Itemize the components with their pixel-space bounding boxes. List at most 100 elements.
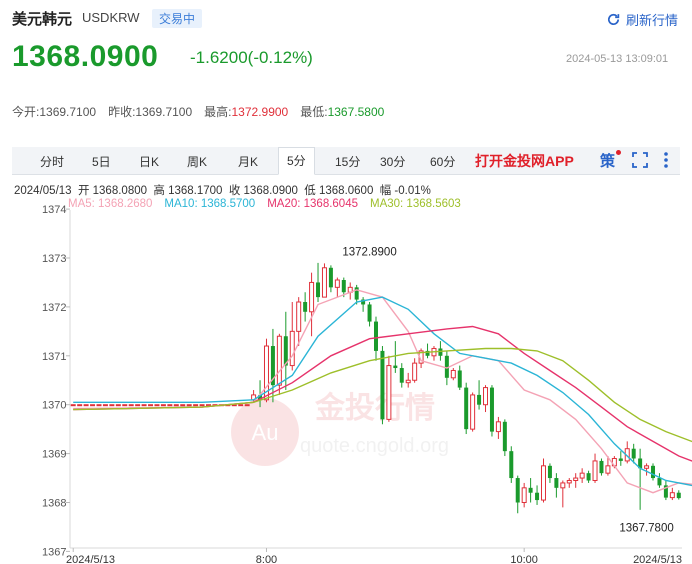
candle: [70, 404, 76, 407]
candle: [115, 404, 121, 407]
candle: [540, 458, 546, 503]
candle: [573, 473, 579, 488]
candle: [141, 404, 147, 407]
y-tick-label: 1372: [42, 302, 66, 314]
x-tick-label: 10:00: [510, 554, 538, 564]
candle-body: [244, 404, 250, 407]
candle-body: [141, 404, 147, 407]
candle: [560, 480, 566, 508]
chart-grid: [69, 210, 682, 549]
candle: [464, 382, 469, 435]
candle: [669, 487, 675, 501]
candle-body: [321, 267, 327, 298]
candle-body: [128, 404, 134, 407]
annotations: 1372.8900 1367.7800: [342, 246, 673, 534]
candle: [122, 404, 128, 407]
candle-body: [328, 267, 333, 288]
candle-body: [554, 478, 559, 488]
y-tick-label: 1374: [42, 204, 66, 216]
candle: [405, 372, 411, 388]
candle-body: [547, 465, 552, 479]
candlestick-chart[interactable]: Au 金投行情 quote.cngold.org 1374 1373 1372 137…: [0, 0, 692, 564]
candle-body: [535, 492, 540, 501]
candle-body: [592, 460, 598, 481]
candle-body: [341, 280, 346, 293]
candle-body: [135, 404, 141, 407]
candle: [624, 441, 630, 464]
candle: [90, 404, 96, 407]
candle-body: [367, 304, 372, 322]
candle-body: [599, 460, 604, 474]
x-tick-label: 2024/5/13: [633, 554, 682, 564]
candle-body: [464, 387, 469, 430]
candle: [547, 463, 552, 483]
candle: [309, 272, 315, 337]
candle-body: [309, 281, 315, 313]
candle: [199, 404, 205, 407]
candle-body: [206, 404, 212, 407]
candle-body: [102, 404, 108, 407]
candle-body: [515, 478, 520, 503]
candle-body: [528, 487, 533, 493]
candle-body: [644, 465, 650, 469]
candle-body: [477, 394, 482, 405]
candle: [618, 451, 623, 466]
candle: [167, 404, 173, 407]
candle: [399, 363, 404, 388]
candle: [321, 263, 327, 298]
candle: [361, 297, 366, 312]
candle-body: [438, 348, 443, 356]
extreme-value-label: 1367.7800: [619, 522, 673, 534]
candle: [470, 392, 476, 432]
candle-body: [276, 335, 282, 386]
candle-body: [380, 350, 385, 420]
candle-body: [450, 369, 456, 379]
candle: [128, 404, 134, 407]
candle-body: [154, 404, 160, 407]
candle: [206, 404, 212, 407]
candle: [77, 404, 83, 407]
candle-body: [83, 404, 89, 407]
candle-body: [386, 365, 392, 420]
candle-body: [393, 365, 398, 369]
y-tick-label: 1373: [42, 253, 66, 265]
watermark-logo-text: Au: [252, 420, 279, 445]
candle: [334, 277, 340, 298]
candle: [663, 480, 668, 501]
candle-body: [148, 404, 154, 407]
candle: [244, 404, 250, 407]
candle: [651, 463, 656, 481]
candle: [109, 404, 115, 407]
y-tick-label: 1371: [42, 351, 66, 363]
candle-body: [160, 404, 166, 407]
candle-body: [579, 472, 585, 479]
candle-body: [605, 465, 611, 474]
candle-body: [70, 404, 76, 407]
candle: [186, 404, 192, 407]
candle: [638, 448, 643, 510]
candle: [328, 265, 333, 293]
candle: [193, 404, 199, 407]
candle: [489, 385, 494, 437]
candle: [676, 490, 681, 500]
candle: [521, 482, 527, 508]
candle-body: [651, 465, 656, 479]
candle: [238, 404, 244, 407]
candle-body: [405, 379, 411, 384]
candle: [644, 463, 650, 476]
candle: [316, 262, 321, 303]
candle: [495, 416, 501, 439]
candle: [535, 485, 540, 505]
candle: [592, 453, 598, 483]
candle-body: [483, 387, 489, 406]
candle-body: [186, 404, 192, 407]
candle-body: [199, 404, 205, 407]
candle-body: [560, 482, 566, 489]
candle-body: [334, 279, 340, 288]
x-tick-label: 2024/5/13: [66, 554, 115, 564]
candle: [412, 358, 418, 383]
candle-body: [122, 404, 128, 407]
candle-body: [193, 404, 199, 407]
candle-body: [96, 404, 102, 407]
watermark: Au 金投行情 quote.cngold.org: [231, 391, 449, 466]
